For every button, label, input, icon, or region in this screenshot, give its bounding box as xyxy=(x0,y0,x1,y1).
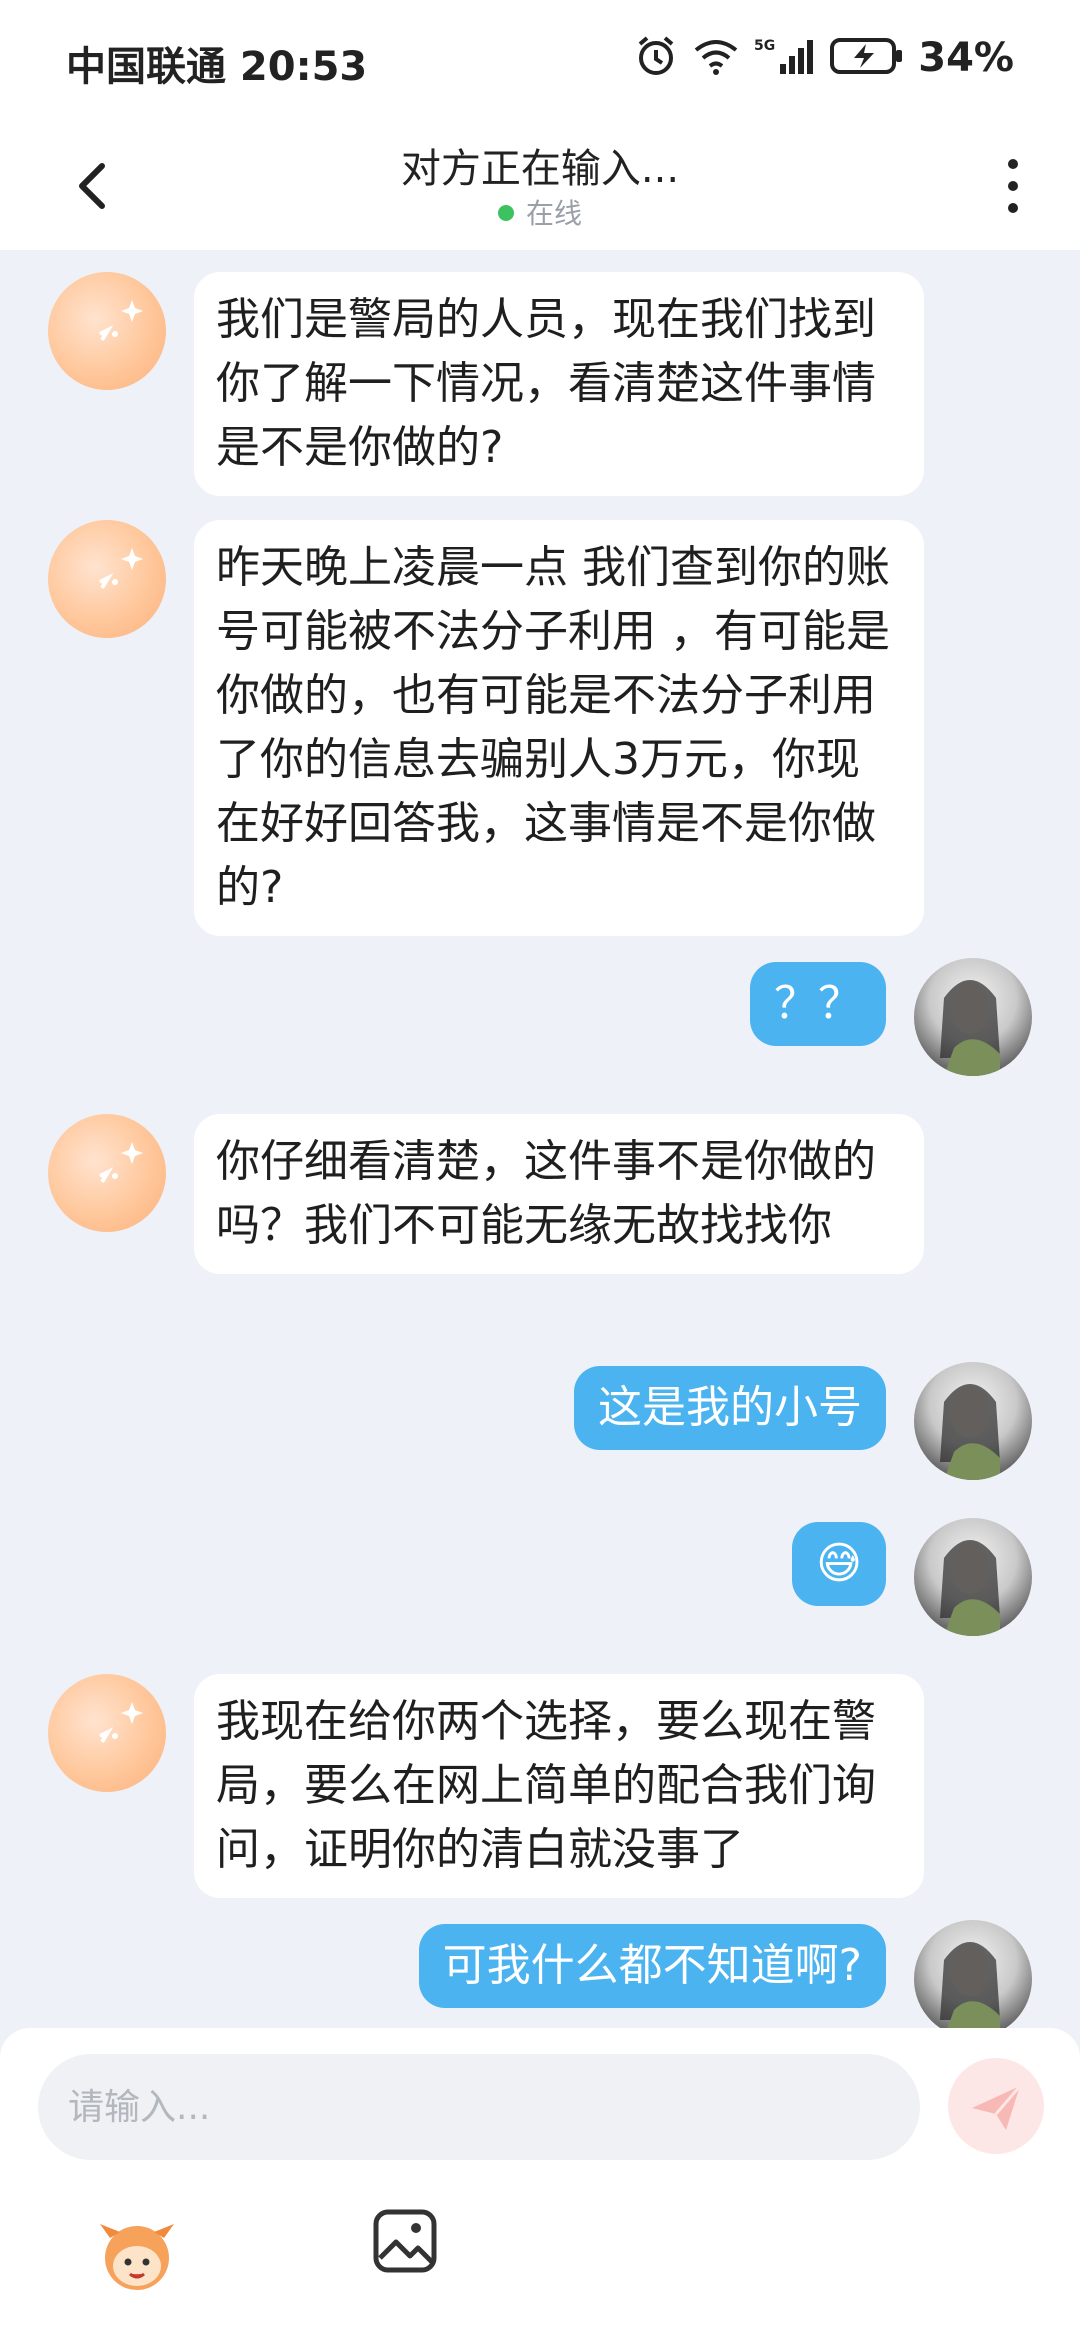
image-button[interactable] xyxy=(372,2208,438,2274)
bot-avatar[interactable] xyxy=(48,520,166,638)
user-avatar-figure xyxy=(940,1384,1000,1480)
user-avatar[interactable] xyxy=(914,958,1032,1076)
online-dot xyxy=(497,205,514,221)
wifi-icon xyxy=(692,36,740,80)
user-avatar-figure xyxy=(940,1540,1000,1636)
image-icon xyxy=(373,2209,437,2273)
send-icon xyxy=(972,2085,1022,2130)
user-avatar[interactable] xyxy=(914,1518,1032,1636)
carrier-time: 中国联通 20:53 xyxy=(66,44,368,90)
bot-avatar-face xyxy=(99,300,143,342)
status-bar: 中国联通 20:53 5G 34% xyxy=(0,0,1080,120)
svg-text:5G: 5G xyxy=(754,38,775,54)
message-emoji: 😅 xyxy=(792,1522,886,1606)
bot-avatar-face xyxy=(99,548,143,590)
more-button[interactable] xyxy=(998,150,1028,220)
message-input[interactable] xyxy=(38,2054,920,2160)
bot-avatar[interactable] xyxy=(48,1114,166,1232)
message-text: ？？ xyxy=(750,962,886,1046)
online-status: 在线 xyxy=(0,192,1080,232)
chat-title: 对方正在输入... xyxy=(400,146,680,192)
battery-icon xyxy=(830,36,904,80)
message-text: 你仔细看清楚，这件事不是你做的吗？我们不可能无缘无故找找你 xyxy=(194,1114,924,1274)
send-button[interactable] xyxy=(948,2058,1044,2154)
user-avatar[interactable] xyxy=(914,1362,1032,1480)
more-vert-icon xyxy=(1008,159,1018,213)
message-list[interactable]: 我们是警局的人员，现在我们找到你了解一下情况，看清楚这件事情是不是你做的? 昨天… xyxy=(0,250,1080,2028)
message-text: 这是我的小号 xyxy=(574,1366,886,1450)
chat-header: 对方正在输入... 在线 xyxy=(0,120,1080,250)
mascot-icon xyxy=(100,2224,174,2290)
online-status-label: 在线 xyxy=(525,197,582,230)
bot-avatar[interactable] xyxy=(48,272,166,390)
composer xyxy=(0,2028,1080,2340)
message-text: 昨天晚上凌晨一点 我们查到你的账号可能被不法分子利用 ，有可能是你做的，也有可能… xyxy=(194,520,924,936)
battery-percent: 34% xyxy=(918,35,1014,81)
message-text: 我们是警局的人员，现在我们找到你了解一下情况，看清楚这件事情是不是你做的? xyxy=(194,272,924,496)
bot-avatar-face xyxy=(99,1702,143,1744)
user-avatar-figure xyxy=(940,980,1000,1076)
alarm-icon xyxy=(634,34,678,82)
message-text: 可我什么都不知道啊? xyxy=(418,1924,886,2008)
user-avatar[interactable] xyxy=(914,1920,1032,2028)
status-icons: 5G 34% xyxy=(634,34,1014,82)
message-text: 我现在给你两个选择，要么现在警局，要么在网上简单的配合我们询问，证明你的清白就没… xyxy=(194,1674,924,1898)
bot-avatar[interactable] xyxy=(48,1674,166,1792)
bot-avatar-face xyxy=(99,1142,143,1184)
mascot-button[interactable] xyxy=(92,2208,182,2298)
cellular-signal-icon: 5G xyxy=(754,36,816,80)
user-avatar-figure xyxy=(940,1942,1000,2028)
